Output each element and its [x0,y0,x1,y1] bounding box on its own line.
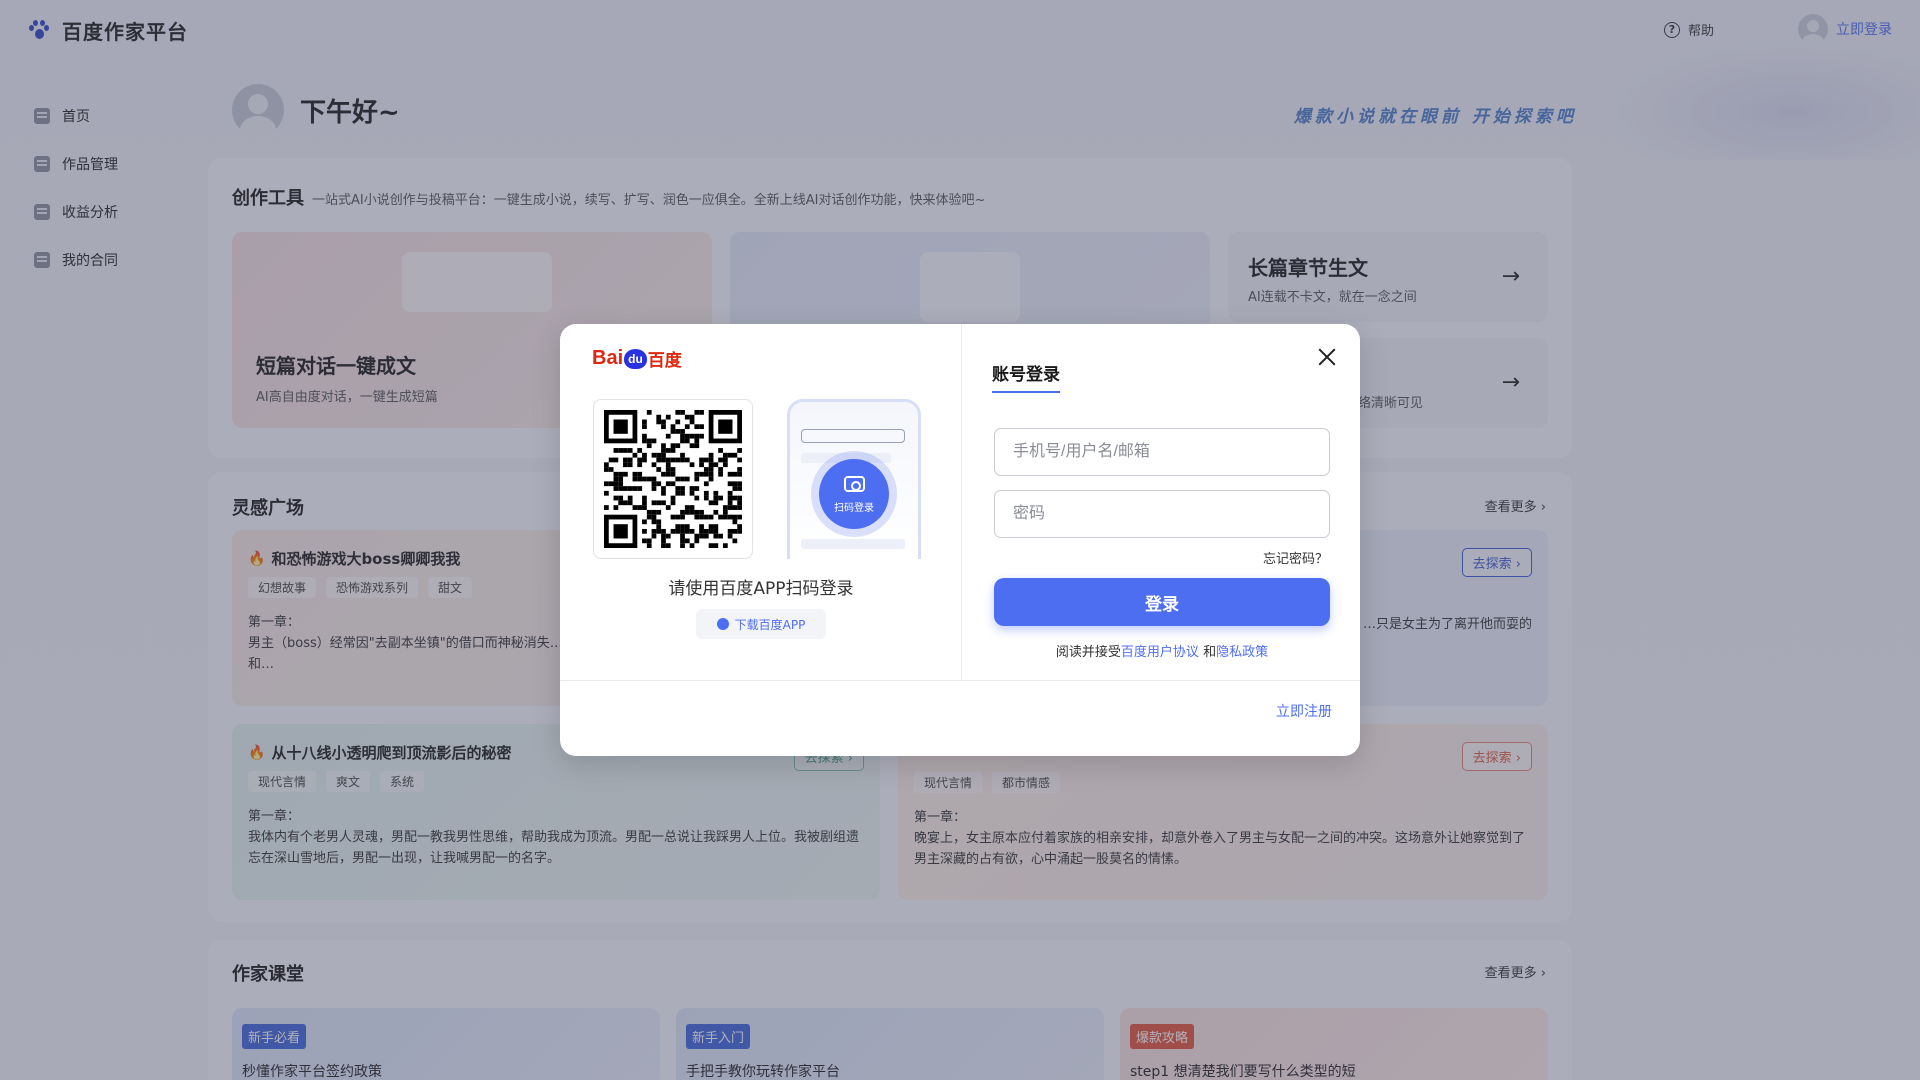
privacy-policy-link[interactable]: 隐私政策 [1216,645,1268,660]
forgot-password-link[interactable]: 忘记密码？ [1263,548,1328,567]
login-modal: Bai du 百度 扫码登录 请使用百度APP扫码登录 下载百度APP 账号登录… [560,324,1360,756]
divider [560,680,1360,681]
tab-account-login[interactable]: 账号登录 [992,360,1060,393]
login-qr-code [593,399,753,559]
qr-code-image [604,410,742,548]
download-app-label: 下载百度APP [734,617,806,632]
divider [961,324,962,680]
scan-illustration: 扫码登录 [787,399,921,559]
baidu-paw-icon [716,618,729,630]
qr-hint-text: 请使用百度APP扫码登录 [668,579,854,599]
agree-and: 和 [1203,645,1217,660]
login-button[interactable]: 登录 [994,578,1330,626]
user-agreement-link[interactable]: 百度用户协议 [1121,645,1199,660]
scan-login-badge: 扫码登录 [819,459,889,529]
close-icon[interactable] [1316,346,1338,368]
agree-prefix: 阅读并接受 [1055,645,1121,660]
camera-icon [844,476,865,492]
scan-login-label: 扫码登录 [834,503,874,514]
phone-line [801,539,905,549]
username-input[interactable] [994,428,1330,476]
download-app-button[interactable]: 下载百度APP [696,609,826,639]
logo-text-cn: 百度 [647,351,682,370]
agreement-text: 阅读并接受百度用户协议 和隐私政策 [994,641,1330,660]
register-link[interactable]: 立即注册 [1276,701,1332,721]
logo-text-bai: Bai [592,347,624,369]
baidu-logo: Bai du 百度 [592,346,682,371]
phone-search-bar [801,429,905,443]
password-input[interactable] [994,490,1330,538]
logo-text-du: du [624,348,647,369]
